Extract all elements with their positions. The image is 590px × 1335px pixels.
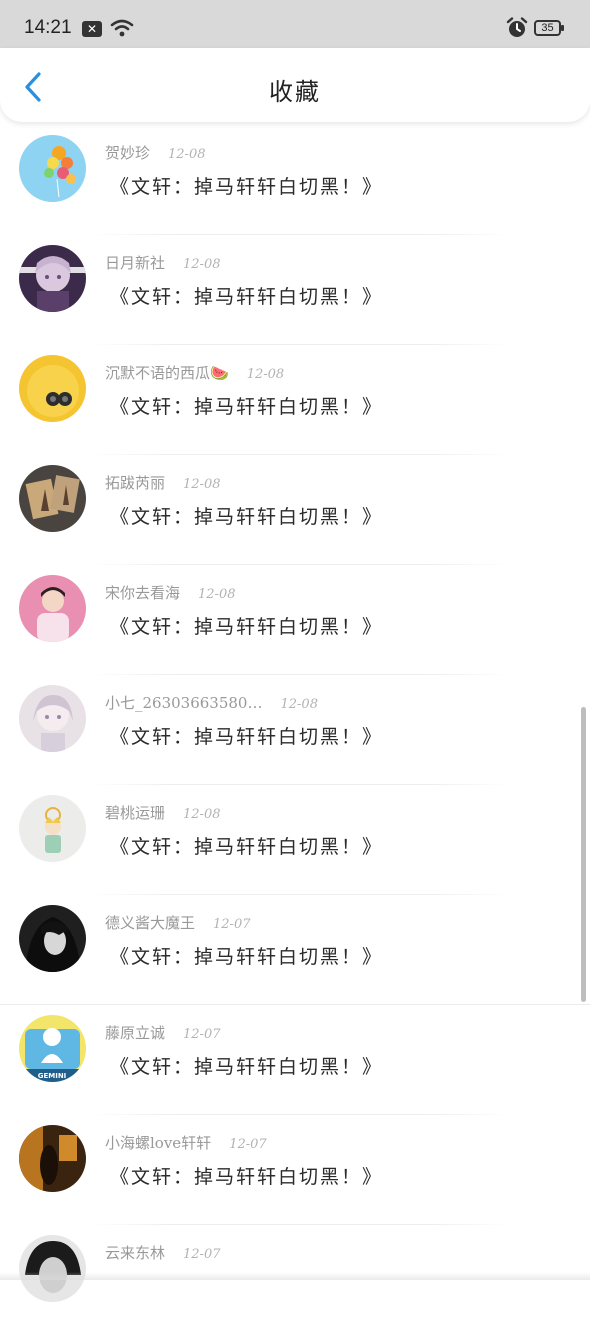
- nav-header: 收藏: [0, 48, 590, 122]
- item-date: 12-07: [229, 1137, 267, 1152]
- user-name: 小七_26303663580…: [105, 694, 263, 712]
- item-meta: 日月新社 12-08: [105, 252, 221, 273]
- user-name: 日月新社: [105, 254, 166, 272]
- user-name: 云来东林: [105, 1244, 166, 1262]
- status-time: 14:21: [24, 17, 72, 38]
- page-title: 收藏: [269, 78, 321, 106]
- item-message: 《文轩：掉马轩轩白切黑！》: [110, 616, 384, 638]
- item-date: 12-08: [246, 367, 285, 382]
- scrollbar[interactable]: [581, 707, 586, 1002]
- item-meta: 小七_26303663580… 12-08: [105, 692, 318, 713]
- wifi-icon: [110, 19, 134, 37]
- list-item[interactable]: 日月新社 12-08 《文轩：掉马轩轩白切黑！》: [0, 235, 590, 345]
- item-meta: 德义酱大魔王 12-07: [105, 912, 251, 933]
- item-meta: 云来东林 12-07: [105, 1242, 221, 1263]
- item-meta: 拓跋芮丽 12-08: [105, 472, 221, 493]
- user-name: 宋你去看海: [105, 584, 181, 602]
- avatar[interactable]: [19, 1125, 86, 1192]
- avatar[interactable]: GEMINI: [19, 1015, 86, 1082]
- item-date: 12-08: [280, 697, 318, 712]
- item-date: 12-08: [183, 477, 221, 492]
- alarm-icon: [506, 17, 528, 37]
- item-date: 12-08: [183, 257, 221, 272]
- item-message: 《文轩：掉马轩轩白切黑！》: [110, 836, 384, 858]
- avatar-text: GEMINI: [38, 1072, 67, 1080]
- item-date: 12-08: [183, 807, 221, 822]
- item-meta: 宋你去看海 12-08: [105, 582, 236, 603]
- item-message: 《文轩：掉马轩轩白切黑！》: [110, 726, 384, 748]
- avatar[interactable]: [19, 685, 86, 752]
- avatar[interactable]: [19, 575, 86, 642]
- item-message: 《文轩：掉马轩轩白切黑！》: [110, 1166, 384, 1188]
- user-name: 拓跋芮丽: [105, 474, 166, 492]
- list-item[interactable]: 贺妙珍 12-08 《文轩：掉马轩轩白切黑！》: [0, 125, 590, 235]
- battery-icon: 35: [534, 20, 564, 36]
- item-meta: 贺妙珍 12-08: [105, 142, 206, 163]
- list-item[interactable]: GEMINI 藤原立诚 12-07 《文轩：掉马轩轩白切黑！》: [0, 1005, 590, 1115]
- bottom-edge: [0, 1272, 590, 1280]
- notification-icon: ✕: [82, 21, 102, 37]
- item-message: 《文轩：掉马轩轩白切黑！》: [110, 1056, 384, 1078]
- item-message: 《文轩：掉马轩轩白切黑！》: [110, 506, 384, 528]
- list-item[interactable]: 碧桃运珊 12-08 《文轩：掉马轩轩白切黑！》: [0, 785, 590, 895]
- user-name: 沉默不语的西瓜🍉: [105, 364, 229, 382]
- list-item[interactable]: 宋你去看海 12-08 《文轩：掉马轩轩白切黑！》: [0, 565, 590, 675]
- item-date: 12-07: [183, 1247, 221, 1262]
- item-meta: 小海螺love轩轩 12-07: [105, 1132, 267, 1153]
- item-message: 《文轩：掉马轩轩白切黑！》: [110, 176, 384, 198]
- item-date: 12-07: [183, 1027, 221, 1042]
- list-item[interactable]: 德义酱大魔王 12-07 《文轩：掉马轩轩白切黑！》: [0, 895, 590, 1005]
- avatar[interactable]: [19, 905, 86, 972]
- user-name: 德义酱大魔王: [105, 914, 196, 932]
- item-date: 12-08: [198, 587, 236, 602]
- user-name: 贺妙珍: [105, 144, 151, 162]
- item-message: 《文轩：掉马轩轩白切黑！》: [110, 396, 384, 418]
- avatar[interactable]: [19, 795, 86, 862]
- list-item[interactable]: 沉默不语的西瓜🍉 12-08 《文轩：掉马轩轩白切黑！》: [0, 345, 590, 455]
- user-name: 藤原立诚: [105, 1024, 166, 1042]
- item-message: 《文轩：掉马轩轩白切黑！》: [110, 946, 384, 968]
- avatar[interactable]: [19, 355, 86, 422]
- user-name: 小海螺love轩轩: [105, 1134, 212, 1152]
- item-meta: 藤原立诚 12-07: [105, 1022, 221, 1043]
- list-item[interactable]: 小海螺love轩轩 12-07 《文轩：掉马轩轩白切黑！》: [0, 1115, 590, 1225]
- avatar[interactable]: [19, 245, 86, 312]
- list-item[interactable]: 小七_26303663580… 12-08 《文轩：掉马轩轩白切黑！》: [0, 675, 590, 785]
- item-meta: 碧桃运珊 12-08: [105, 802, 221, 823]
- status-bar: 14:21 ✕ 35: [0, 0, 590, 48]
- list-item[interactable]: 拓跋芮丽 12-08 《文轩：掉马轩轩白切黑！》: [0, 455, 590, 565]
- item-date: 12-08: [168, 147, 206, 162]
- favorites-list: 贺妙珍 12-08 《文轩：掉马轩轩白切黑！》 日月新社 12-08 《文轩：掉马轩…: [0, 125, 590, 1335]
- item-date: 12-07: [213, 917, 251, 932]
- list-item[interactable]: 云来东林 12-07: [0, 1225, 590, 1335]
- avatar[interactable]: [19, 135, 86, 202]
- avatar[interactable]: [19, 1235, 86, 1302]
- avatar[interactable]: [19, 465, 86, 532]
- user-name: 碧桃运珊: [105, 804, 166, 822]
- item-message: 《文轩：掉马轩轩白切黑！》: [110, 286, 384, 308]
- item-meta: 沉默不语的西瓜🍉 12-08: [105, 362, 284, 383]
